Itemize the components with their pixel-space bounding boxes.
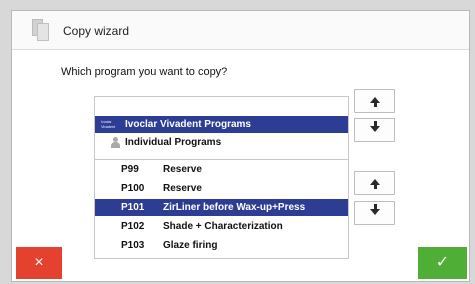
group-item-label: Individual Programs bbox=[125, 137, 222, 148]
group-item-label: Ivoclar Vivadent Programs bbox=[125, 119, 251, 130]
program-row[interactable]: P99 Reserve bbox=[95, 161, 348, 178]
cancel-button[interactable]: × bbox=[16, 247, 62, 279]
program-name: ZirLiner before Wax-up+Press bbox=[163, 202, 306, 213]
group-item-ivoclar[interactable]: Ivoclar Vivadent Ivoclar Vivadent Program… bbox=[95, 116, 348, 133]
program-number: P100 bbox=[121, 183, 145, 194]
copy-documents-icon bbox=[32, 19, 50, 41]
program-scroll-down-button[interactable] bbox=[354, 201, 395, 225]
confirm-button[interactable]: ✓ bbox=[418, 247, 467, 279]
checkmark-icon: ✓ bbox=[435, 254, 450, 271]
program-scroll-up-button[interactable] bbox=[354, 171, 395, 195]
arrow-down-icon bbox=[370, 126, 380, 132]
list-divider bbox=[95, 159, 348, 160]
program-row[interactable]: P102 Shade + Characterization bbox=[95, 218, 348, 235]
program-row[interactable]: P100 Reserve bbox=[95, 180, 348, 197]
program-row[interactable]: P103 Glaze firing bbox=[95, 237, 348, 254]
program-name: Shade + Characterization bbox=[163, 221, 283, 232]
close-icon: × bbox=[34, 254, 44, 271]
group-scroll-down-button[interactable] bbox=[354, 118, 395, 142]
program-number: P101 bbox=[121, 202, 145, 213]
program-name: Reserve bbox=[163, 164, 202, 175]
program-number: P103 bbox=[121, 240, 145, 251]
ivoclar-logo-icon: Ivoclar Vivadent bbox=[101, 119, 115, 129]
person-icon bbox=[110, 137, 121, 148]
program-row-selected[interactable]: P101 ZirLiner before Wax-up+Press bbox=[95, 199, 348, 216]
question-label: Which program you want to copy? bbox=[61, 66, 228, 78]
dialog-title: Copy wizard bbox=[63, 24, 130, 38]
group-scroll-up-button[interactable] bbox=[354, 89, 395, 113]
title-bar: Copy wizard bbox=[12, 11, 469, 50]
program-list: Ivoclar Vivadent Ivoclar Vivadent Program… bbox=[94, 96, 349, 259]
program-number: P102 bbox=[121, 221, 145, 232]
program-name: Reserve bbox=[163, 183, 202, 194]
program-number: P99 bbox=[121, 164, 139, 175]
arrow-down-icon bbox=[370, 209, 380, 215]
program-name: Glaze firing bbox=[163, 240, 218, 251]
group-item-individual[interactable]: Individual Programs bbox=[95, 134, 348, 151]
copy-wizard-dialog: Copy wizard Which program you want to co… bbox=[11, 10, 470, 282]
